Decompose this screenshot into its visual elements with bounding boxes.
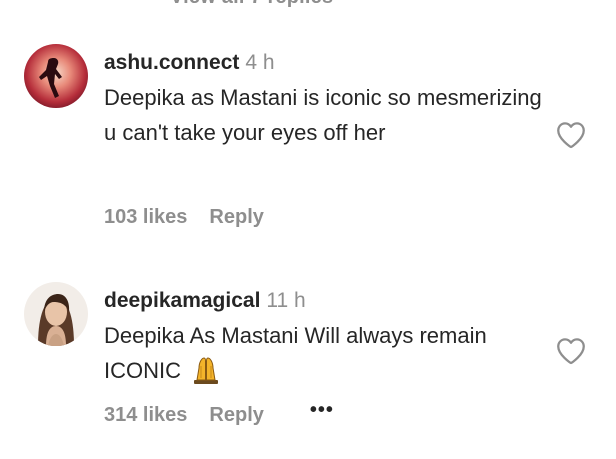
heart-outline-icon[interactable] (554, 334, 588, 368)
likes-count[interactable]: 314 likes (104, 404, 187, 426)
heart-outline-icon[interactable] (554, 118, 588, 152)
folded-hands-emoji-icon (191, 356, 221, 394)
more-options-icon[interactable]: ••• (310, 399, 334, 422)
likes-count[interactable]: 103 likes (104, 206, 187, 228)
comment-content: deepikamagical 11 h Deepika As Mastani Wi… (104, 286, 544, 394)
comment-meta: 103 likes Reply (104, 206, 286, 229)
username-link[interactable]: deepikamagical (104, 289, 260, 312)
comment-meta: 314 likes Reply ••• (104, 399, 356, 427)
avatar-image (24, 282, 88, 346)
avatar[interactable] (24, 282, 88, 346)
avatar-image (24, 44, 88, 108)
timestamp[interactable]: 11 h (266, 289, 305, 312)
comment-header: deepikamagical 11 h (104, 286, 544, 316)
comment-text: Deepika As Mastani Will always remain IC… (104, 318, 544, 394)
comment-content: ashu.connect 4 h Deepika as Mastani is ic… (104, 48, 544, 150)
comment-text: Deepika as Mastani is iconic so mesmeriz… (104, 85, 542, 145)
reply-button[interactable]: Reply (209, 404, 263, 426)
view-replies-link[interactable]: View all 7 replies (170, 0, 333, 9)
username-link[interactable]: ashu.connect (104, 51, 239, 74)
avatar[interactable] (24, 44, 88, 108)
comment-text-content: Deepika As Mastani Will always remain IC… (104, 323, 487, 383)
reply-button[interactable]: Reply (209, 206, 263, 228)
comment-header: ashu.connect 4 h (104, 48, 544, 78)
timestamp[interactable]: 4 h (245, 51, 274, 74)
